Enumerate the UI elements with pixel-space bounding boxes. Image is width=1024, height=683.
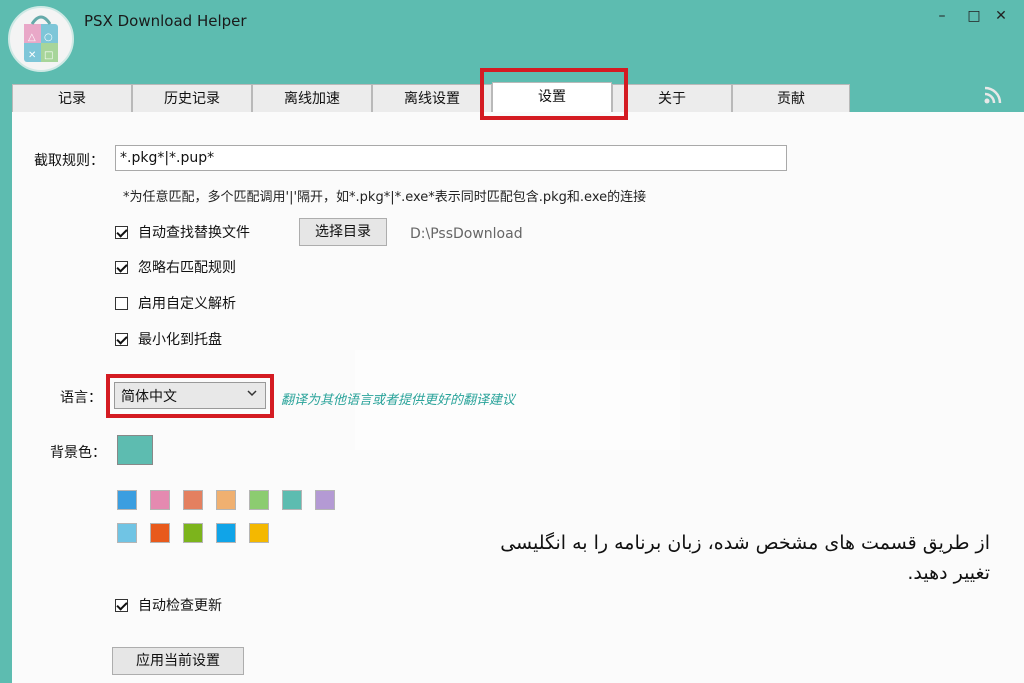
svg-text:△: △ — [28, 32, 36, 43]
choose-directory-button[interactable]: 选择目录 — [299, 218, 387, 246]
bg-color-current[interactable] — [117, 435, 153, 465]
maximize-button[interactable]: □ — [964, 6, 984, 26]
custom-parse-label: 启用自定义解析 — [138, 296, 236, 312]
auto-update-checkbox[interactable] — [115, 598, 128, 612]
tab-offline-settings[interactable]: 离线设置 — [372, 84, 492, 112]
auto-find-checkbox-row[interactable]: 自动查找替换文件 — [115, 222, 250, 242]
capture-rule-input[interactable] — [115, 145, 787, 171]
color-swatch[interactable] — [216, 490, 236, 510]
ignore-right-label: 忽略右匹配规则 — [138, 260, 236, 276]
svg-text:○: ○ — [44, 32, 53, 43]
tab-offline-accelerate[interactable]: 离线加速 — [252, 84, 372, 112]
annotation-text: از طریق قسمت های مشخص شده، زبان برنامه ر… — [380, 528, 990, 588]
tab-bar: 记录 历史记录 离线加速 离线设置 设置 关于 贡献 — [12, 82, 852, 112]
capture-rule-label: 截取规则： — [34, 153, 104, 169]
annotation-line-2: تغییر دهید. — [907, 562, 990, 584]
highlight-settings-tab — [480, 68, 628, 120]
app-logo: △ ○ ✕ □ — [8, 6, 74, 72]
minimize-tray-checkbox-row[interactable]: 最小化到托盘 — [115, 329, 222, 349]
rss-icon[interactable] — [982, 84, 1004, 106]
capture-rule-hint: *为任意匹配，多个匹配调用'|'隔开，如*.pkg*|*.exe*表示同时匹配包… — [123, 190, 647, 205]
color-swatch[interactable] — [249, 523, 269, 543]
bg-color-label: 背景色： — [50, 445, 106, 461]
color-swatch[interactable] — [183, 490, 203, 510]
svg-text:✕: ✕ — [28, 50, 36, 61]
auto-find-label: 自动查找替换文件 — [138, 225, 250, 241]
color-swatch[interactable] — [282, 490, 302, 510]
tab-records[interactable]: 记录 — [12, 84, 132, 112]
minimize-tray-label: 最小化到托盘 — [138, 332, 222, 348]
color-swatch[interactable] — [183, 523, 203, 543]
svg-text:□: □ — [44, 50, 53, 61]
auto-update-label: 自动检查更新 — [138, 598, 222, 614]
close-button[interactable]: ✕ — [991, 6, 1011, 26]
tab-contribute[interactable]: 贡献 — [732, 84, 850, 112]
translate-link[interactable]: 翻译为其他语言或者提供更好的翻译建议 — [281, 389, 515, 408]
color-swatch[interactable] — [315, 490, 335, 510]
custom-parse-checkbox[interactable] — [115, 296, 128, 310]
color-swatch[interactable] — [117, 523, 137, 543]
color-swatch[interactable] — [117, 490, 137, 510]
color-swatch[interactable] — [150, 490, 170, 510]
download-path: D:\PssDownload — [410, 226, 523, 242]
tab-about[interactable]: 关于 — [612, 84, 732, 112]
minimize-button[interactable]: – — [932, 6, 952, 26]
app-title: PSX Download Helper — [84, 12, 247, 30]
color-swatch[interactable] — [216, 523, 236, 543]
language-label: 语言： — [60, 390, 102, 406]
tab-history[interactable]: 历史记录 — [132, 84, 252, 112]
color-swatch[interactable] — [249, 490, 269, 510]
annotation-line-1: از طریق قسمت های مشخص شده، زبان برنامه ر… — [500, 532, 990, 554]
minimize-tray-checkbox[interactable] — [115, 332, 128, 346]
custom-parse-checkbox-row[interactable]: 启用自定义解析 — [115, 293, 236, 313]
highlight-language-select — [106, 374, 274, 418]
color-swatch[interactable] — [150, 523, 170, 543]
apply-settings-button[interactable]: 应用当前设置 — [112, 647, 244, 675]
ignore-right-checkbox-row[interactable]: 忽略右匹配规则 — [115, 257, 236, 277]
auto-find-checkbox[interactable] — [115, 225, 128, 239]
ignore-right-checkbox[interactable] — [115, 260, 128, 274]
auto-update-checkbox-row[interactable]: 自动检查更新 — [115, 595, 222, 615]
